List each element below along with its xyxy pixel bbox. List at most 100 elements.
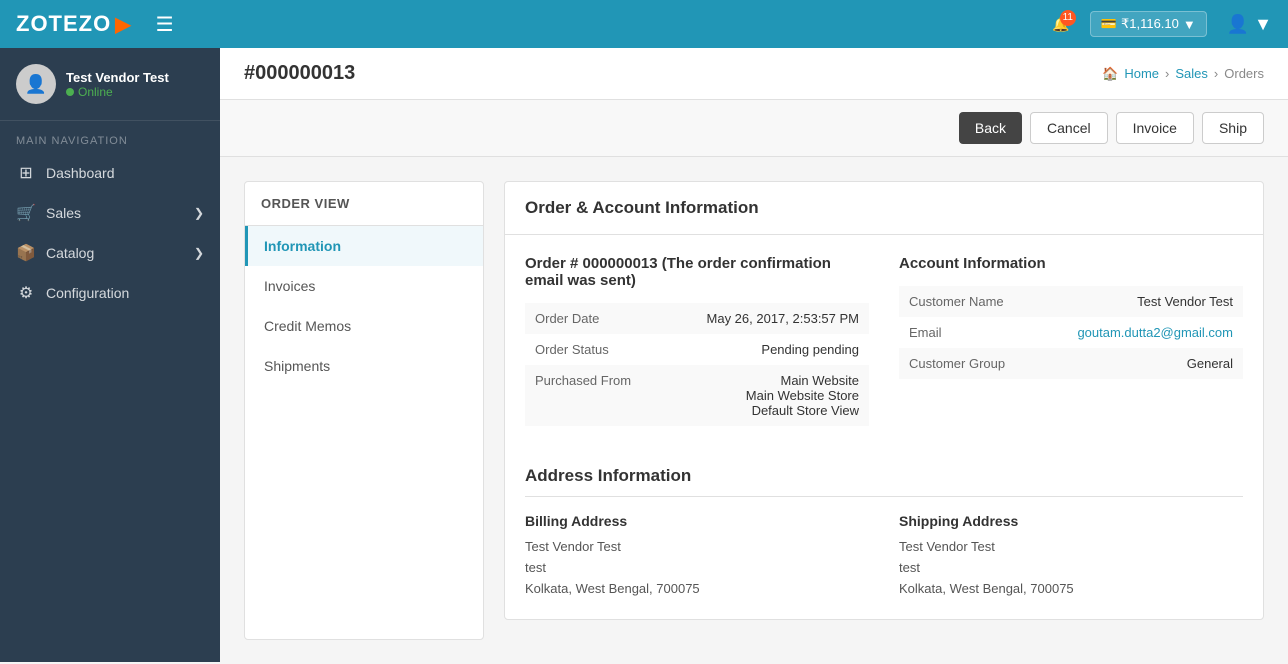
breadcrumb-sep: ›	[1165, 66, 1169, 81]
sidebar-item-label: Dashboard	[46, 165, 115, 181]
chevron-right-icon: ❯	[194, 246, 204, 260]
main-content: #000000013 🏠 Home › Sales › Orders Back …	[220, 48, 1288, 664]
customer-group-label: Customer Group	[899, 348, 1036, 379]
order-view-header: ORDER VIEW	[245, 182, 483, 226]
order-view-item-invoices[interactable]: Invoices	[245, 266, 483, 306]
table-row: Order Status Pending pending	[525, 334, 869, 365]
order-view-item-shipments[interactable]: Shipments	[245, 346, 483, 386]
cancel-button[interactable]: Cancel	[1030, 112, 1108, 144]
purchased-from-label: Purchased From	[525, 365, 655, 426]
config-icon: ⚙	[16, 283, 36, 303]
order-status-label: Order Status	[525, 334, 655, 365]
order-number-text: Order # 000000013 (The order confirmatio…	[525, 255, 869, 289]
breadcrumb-orders: Orders	[1224, 66, 1264, 81]
billing-line-1: Test Vendor Test	[525, 539, 621, 554]
email-label: Email	[899, 317, 1036, 348]
balance-button[interactable]: 💳 ₹1,116.10 ▼	[1090, 11, 1207, 37]
card-icon: 💳	[1101, 16, 1117, 32]
billing-line-3: Kolkata, West Bengal, 700075	[525, 581, 700, 596]
order-date-label: Order Date	[525, 303, 655, 334]
table-row: Customer Name Test Vendor Test	[899, 286, 1243, 317]
chevron-right-icon: ❯	[194, 206, 204, 220]
table-row: Email goutam.dutta2@gmail.com	[899, 317, 1243, 348]
order-account-body: Order # 000000013 (The order confirmatio…	[505, 235, 1263, 446]
breadcrumb-home[interactable]: Home	[1124, 66, 1159, 81]
sidebar-item-sales[interactable]: 🛒 Sales ❯	[0, 193, 220, 233]
ship-button[interactable]: Ship	[1202, 112, 1264, 144]
table-row: Purchased From Main Website Main Website…	[525, 365, 869, 426]
order-info-col: Order # 000000013 (The order confirmatio…	[525, 255, 869, 426]
balance-chevron: ▼	[1183, 17, 1196, 32]
top-header: ZOTEZO ▶ ☰ 🔔 11 💳 ₹1,116.10 ▼ 👤 ▼	[0, 0, 1288, 48]
shipping-address-title: Shipping Address	[899, 513, 1243, 529]
notification-bell[interactable]: 🔔 11	[1052, 16, 1069, 33]
email-value: goutam.dutta2@gmail.com	[1036, 317, 1243, 348]
user-profile: 👤 Test Vendor Test Online	[0, 48, 220, 121]
page-title: #000000013	[244, 62, 355, 85]
email-link[interactable]: goutam.dutta2@gmail.com	[1077, 325, 1233, 340]
breadcrumb-sep2: ›	[1214, 66, 1218, 81]
sidebar-item-dashboard[interactable]: ⊞ Dashboard	[0, 153, 220, 193]
catalog-icon: 📦	[16, 243, 36, 263]
table-row: Customer Group General	[899, 348, 1243, 379]
account-info-col: Account Information Customer Name Test V…	[899, 255, 1243, 426]
breadcrumb-sales[interactable]: Sales	[1175, 66, 1208, 81]
user-menu[interactable]: 👤 ▼	[1227, 14, 1272, 35]
order-info-table: Order Date May 26, 2017, 2:53:57 PM Orde…	[525, 303, 869, 426]
billing-address-col: Billing Address Test Vendor Test test Ko…	[525, 513, 869, 599]
address-section-title: Address Information	[525, 466, 1243, 497]
breadcrumb: 🏠 Home › Sales › Orders	[1102, 66, 1264, 82]
customer-name-value: Test Vendor Test	[1036, 286, 1243, 317]
status-label: Online	[78, 85, 113, 99]
avatar: 👤	[16, 64, 56, 104]
customer-name-label: Customer Name	[899, 286, 1036, 317]
billing-line-2: test	[525, 560, 546, 575]
sales-icon: 🛒	[16, 203, 36, 223]
sidebar-item-configuration[interactable]: ⚙ Configuration	[0, 273, 220, 313]
address-section: Address Information Billing Address Test…	[505, 446, 1263, 619]
balance-amount: ₹1,116.10	[1121, 16, 1179, 32]
sidebar: 👤 Test Vendor Test Online MAIN NAVIGATIO…	[0, 48, 220, 662]
shipping-address-lines: Test Vendor Test test Kolkata, West Beng…	[899, 537, 1243, 599]
logo-text: ZOTEZO	[16, 11, 111, 37]
nav-section-label: MAIN NAVIGATION	[0, 121, 220, 153]
main-panel: Order & Account Information Order # 0000…	[504, 181, 1264, 640]
order-view-panel: ORDER VIEW Information Invoices Credit M…	[244, 181, 484, 640]
shipping-line-2: test	[899, 560, 920, 575]
order-date-value: May 26, 2017, 2:53:57 PM	[655, 303, 869, 334]
account-info-title: Account Information	[899, 255, 1243, 272]
shipping-address-col: Shipping Address Test Vendor Test test K…	[899, 513, 1243, 599]
notification-count: 11	[1060, 10, 1076, 26]
order-account-section: Order & Account Information Order # 0000…	[504, 181, 1264, 620]
sidebar-item-label: Sales	[46, 205, 81, 221]
logo: ZOTEZO ▶	[16, 11, 132, 37]
order-account-title: Order & Account Information	[505, 182, 1263, 235]
logo-icon: ▶	[115, 12, 131, 37]
account-info-table: Customer Name Test Vendor Test Email gou…	[899, 286, 1243, 379]
shipping-line-3: Kolkata, West Bengal, 700075	[899, 581, 1074, 596]
order-view-item-information[interactable]: Information	[245, 226, 483, 266]
body-layout: ORDER VIEW Information Invoices Credit M…	[220, 157, 1288, 664]
back-button[interactable]: Back	[959, 112, 1022, 144]
user-status: Online	[66, 85, 169, 99]
customer-group-value: General	[1036, 348, 1243, 379]
status-dot	[66, 88, 74, 96]
sidebar-item-catalog[interactable]: 📦 Catalog ❯	[0, 233, 220, 273]
hamburger-icon[interactable]: ☰	[156, 12, 174, 37]
table-row: Order Date May 26, 2017, 2:53:57 PM	[525, 303, 869, 334]
invoice-button[interactable]: Invoice	[1116, 112, 1194, 144]
dashboard-icon: ⊞	[16, 163, 36, 183]
user-icon: 👤 ▼	[1227, 14, 1272, 34]
shipping-line-1: Test Vendor Test	[899, 539, 995, 554]
address-cols: Billing Address Test Vendor Test test Ko…	[525, 513, 1243, 599]
billing-address-lines: Test Vendor Test test Kolkata, West Beng…	[525, 537, 869, 599]
user-name: Test Vendor Test	[66, 70, 169, 85]
order-view-item-credit-memos[interactable]: Credit Memos	[245, 306, 483, 346]
page-header: #000000013 🏠 Home › Sales › Orders	[220, 48, 1288, 100]
sidebar-item-label: Configuration	[46, 285, 129, 301]
order-status-value: Pending pending	[655, 334, 869, 365]
purchased-from-value: Main Website Main Website Store Default …	[655, 365, 869, 426]
billing-address-title: Billing Address	[525, 513, 869, 529]
toolbar: Back Cancel Invoice Ship	[220, 100, 1288, 157]
sidebar-item-label: Catalog	[46, 245, 94, 261]
